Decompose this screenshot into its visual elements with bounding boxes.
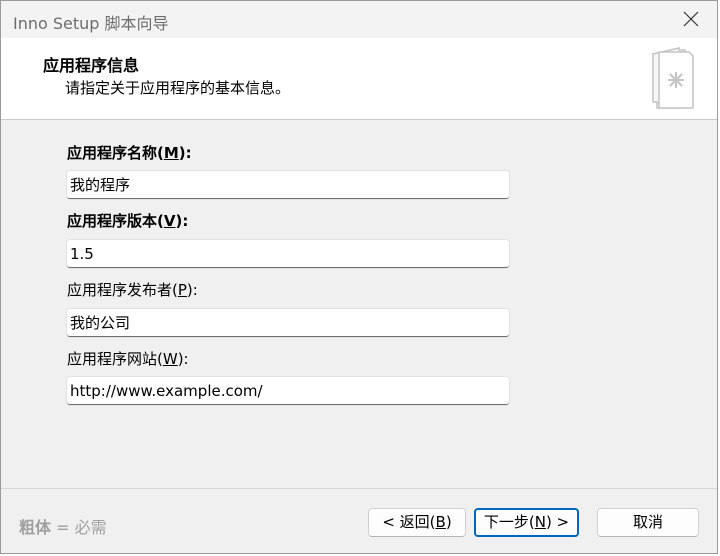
page-title: 应用程序信息 bbox=[43, 56, 140, 75]
page-description: 请指定关于应用程序的基本信息。 bbox=[65, 79, 291, 97]
close-icon bbox=[683, 11, 699, 27]
cancel-button[interactable]: 取消 bbox=[597, 508, 699, 537]
required-hint: 粗体 = 必需 bbox=[19, 518, 107, 537]
app-website-input[interactable] bbox=[67, 377, 509, 405]
wizard-content: 应用程序名称(M): 应用程序版本(V): 应用程序发布者(P): 应用程序网站… bbox=[1, 120, 717, 488]
back-button[interactable]: < 返回(B) bbox=[368, 508, 466, 537]
app-name-input[interactable] bbox=[67, 171, 509, 199]
next-button[interactable]: 下一步(N) > bbox=[474, 508, 579, 537]
wizard-window: Inno Setup 脚本向导 应用程序信息 请指定关于应用程序的基本信息。 应… bbox=[0, 0, 718, 554]
title-bar[interactable]: Inno Setup 脚本向导 bbox=[1, 1, 717, 38]
wizard-document-icon bbox=[652, 47, 694, 109]
footer-divider bbox=[1, 488, 717, 489]
app-website-label: 应用程序网站(W): bbox=[67, 350, 189, 368]
app-version-label: 应用程序版本(V): bbox=[67, 212, 189, 230]
window-title: Inno Setup 脚本向导 bbox=[13, 14, 169, 33]
app-name-label: 应用程序名称(M): bbox=[67, 144, 192, 162]
close-button[interactable] bbox=[675, 4, 707, 34]
wizard-header: 应用程序信息 请指定关于应用程序的基本信息。 bbox=[1, 38, 717, 120]
app-version-input[interactable] bbox=[67, 240, 509, 268]
app-publisher-label: 应用程序发布者(P): bbox=[67, 281, 198, 299]
app-publisher-input[interactable] bbox=[67, 309, 509, 337]
